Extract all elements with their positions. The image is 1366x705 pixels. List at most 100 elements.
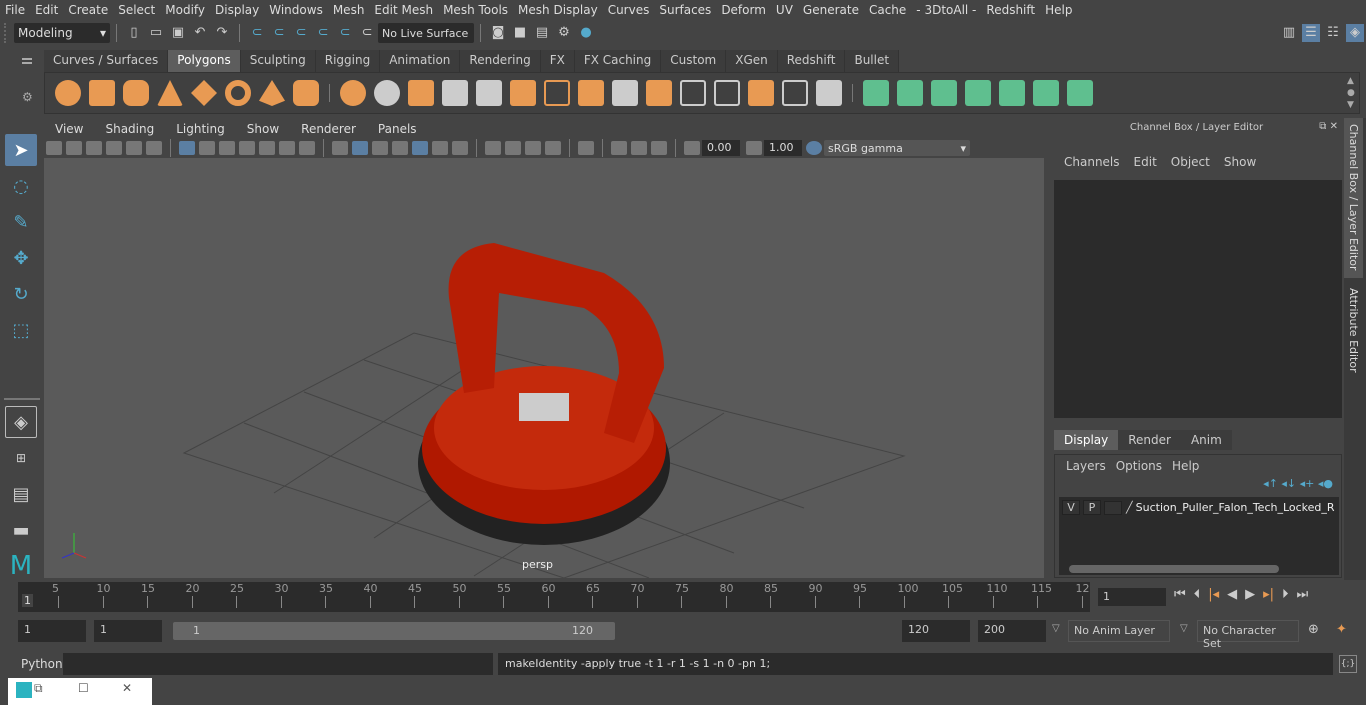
separate-icon[interactable] xyxy=(374,80,400,106)
image-plane-icon[interactable] xyxy=(106,141,122,155)
smooth-icon[interactable] xyxy=(442,80,468,106)
auto-key-icon[interactable]: ⊕ xyxy=(1308,622,1319,637)
multi-cut-icon[interactable] xyxy=(680,80,706,106)
tab-bullet[interactable]: Bullet xyxy=(845,50,900,72)
poly-prism-icon[interactable] xyxy=(259,80,285,106)
close-icon[interactable]: ✕ xyxy=(122,681,132,695)
menu-redshift[interactable]: Redshift xyxy=(981,3,1040,17)
layer-visibility-toggle[interactable]: V xyxy=(1062,500,1080,515)
current-frame-field[interactable]: 1 xyxy=(1098,588,1166,606)
poly-cone-icon[interactable] xyxy=(157,80,183,106)
film-gate-icon[interactable] xyxy=(199,141,215,155)
playback-end-field[interactable]: 120 xyxy=(902,620,970,642)
paint-select-icon[interactable]: ✎ xyxy=(5,206,37,238)
default-material-icon[interactable] xyxy=(372,141,388,155)
xray-icon[interactable] xyxy=(611,141,627,155)
character-set-select[interactable]: No Character Set xyxy=(1197,620,1299,650)
tab-rigging[interactable]: Rigging xyxy=(315,50,381,72)
four-view-layout-icon[interactable]: ⊞ xyxy=(5,442,37,474)
save-scene-icon[interactable]: ▣ xyxy=(169,24,187,42)
step-back-key-icon[interactable]: |◂ xyxy=(1208,587,1219,602)
safe-title-icon[interactable] xyxy=(299,141,315,155)
field-chart-icon[interactable] xyxy=(259,141,275,155)
xray-active-icon[interactable] xyxy=(651,141,667,155)
fill-hole-icon[interactable] xyxy=(612,80,638,106)
spherical-uv-icon[interactable] xyxy=(931,80,957,106)
exposure-field[interactable]: 0.00 xyxy=(702,140,740,156)
layer-actions[interactable]: ◂↑ ◂↓ ◂+ ◂● xyxy=(1055,477,1341,490)
menu-uv[interactable]: UV xyxy=(771,3,798,17)
layer-menu-options[interactable]: Options xyxy=(1111,459,1167,473)
scene-end-field[interactable]: 200 xyxy=(978,620,1046,642)
tool-settings-icon[interactable]: ☷ xyxy=(1324,24,1342,42)
lasso-tool-icon[interactable]: ◌ xyxy=(5,170,37,202)
menu-create[interactable]: Create xyxy=(63,3,113,17)
step-forward-key-icon[interactable]: ▸| xyxy=(1263,587,1274,602)
menu-mesh-display[interactable]: Mesh Display xyxy=(513,3,603,17)
contour-stretch-uv-icon[interactable] xyxy=(999,80,1025,106)
panel-menu-renderer[interactable]: Renderer xyxy=(290,122,367,136)
mirror-icon[interactable] xyxy=(408,80,434,106)
select-tool-icon[interactable]: ➤ xyxy=(5,134,37,166)
merge-icon[interactable] xyxy=(748,80,774,106)
tab-anim[interactable]: Anim xyxy=(1180,430,1232,450)
poly-plane-icon[interactable] xyxy=(191,80,217,106)
poly-sphere-icon[interactable] xyxy=(55,80,81,106)
anti-aliasing-icon[interactable] xyxy=(525,141,541,155)
shelf-menu-icon[interactable] xyxy=(18,54,38,64)
menu-edit[interactable]: Edit xyxy=(30,3,63,17)
step-back-frame-icon[interactable]: ⏴ xyxy=(1194,587,1201,602)
scene-start-field[interactable]: 1 xyxy=(18,620,86,642)
open-scene-icon[interactable]: ▭ xyxy=(147,24,165,42)
smooth-shade-icon[interactable] xyxy=(352,141,368,155)
tab-render[interactable]: Render xyxy=(1118,430,1181,450)
poly-pipe-icon[interactable] xyxy=(293,80,319,106)
redo-icon[interactable]: ↷ xyxy=(213,24,231,42)
range-slider[interactable]: 1 120 xyxy=(173,622,615,640)
tab-attribute-editor[interactable]: Attribute Editor xyxy=(1344,282,1363,379)
cylindrical-uv-icon[interactable] xyxy=(897,80,923,106)
playback-start-field[interactable]: 1 xyxy=(94,620,162,642)
menu-curves[interactable]: Curves xyxy=(603,3,655,17)
animation-preferences-icon[interactable]: ✦ xyxy=(1336,622,1347,637)
snap-view-icon[interactable]: ⊂ xyxy=(314,24,332,42)
panel-menu-show[interactable]: Show xyxy=(236,122,290,136)
tab-display[interactable]: Display xyxy=(1054,430,1119,450)
mode-select[interactable]: Modeling ▾ xyxy=(14,23,110,43)
undo-icon[interactable]: ↶ xyxy=(191,24,209,42)
ambient-occlusion-icon[interactable] xyxy=(485,141,501,155)
command-input[interactable] xyxy=(63,653,493,675)
cb-menu-channels[interactable]: Channels xyxy=(1057,155,1127,169)
tab-fx[interactable]: FX xyxy=(540,50,575,72)
layer-row[interactable]: V P ╱ Suction_Puller_Falon_Tech_Locked_R xyxy=(1059,497,1339,518)
isolate-select-icon[interactable] xyxy=(578,141,594,155)
script-editor-icon[interactable]: {;} xyxy=(1339,655,1357,673)
bridge-icon[interactable] xyxy=(544,80,570,106)
tab-channel-box[interactable]: Channel Box / Layer Editor xyxy=(1344,118,1363,278)
snap-surface-icon[interactable]: ⊂ xyxy=(336,24,354,42)
menu-surfaces[interactable]: Surfaces xyxy=(654,3,716,17)
planar-uv-icon[interactable] xyxy=(863,80,889,106)
time-slider[interactable]: 5 10 15 20 25 30 35 40 45 50 55 60 65 70 75 80 85 90 95 100… xyxy=(18,582,1090,612)
layout-icon[interactable]: ▬ xyxy=(5,514,37,546)
exposure-icon[interactable] xyxy=(684,141,700,155)
xray-joints-icon[interactable] xyxy=(631,141,647,155)
play-forwards-icon[interactable]: ▶ xyxy=(1245,587,1255,602)
tab-sculpting[interactable]: Sculpting xyxy=(240,50,316,72)
poly-cube-icon[interactable] xyxy=(89,80,115,106)
edge-loop-icon[interactable] xyxy=(714,80,740,106)
menu-cache[interactable]: Cache xyxy=(864,3,911,17)
bevel-icon[interactable] xyxy=(578,80,604,106)
unfold-uv-icon[interactable] xyxy=(1067,80,1093,106)
uv-editor-icon[interactable] xyxy=(1033,80,1059,106)
current-time-marker[interactable]: 1 xyxy=(22,594,33,607)
tab-custom[interactable]: Custom xyxy=(661,50,727,72)
quad-draw-icon[interactable] xyxy=(816,80,842,106)
restore-icon[interactable]: ⧉ xyxy=(34,681,43,696)
target-weld-icon[interactable] xyxy=(782,80,808,106)
menu-modify[interactable]: Modify xyxy=(160,3,210,17)
menu-file[interactable]: File xyxy=(0,3,30,17)
wireframe-icon[interactable] xyxy=(332,141,348,155)
grid-icon[interactable] xyxy=(179,141,195,155)
outliner-layout-icon[interactable]: ▤ xyxy=(5,478,37,510)
